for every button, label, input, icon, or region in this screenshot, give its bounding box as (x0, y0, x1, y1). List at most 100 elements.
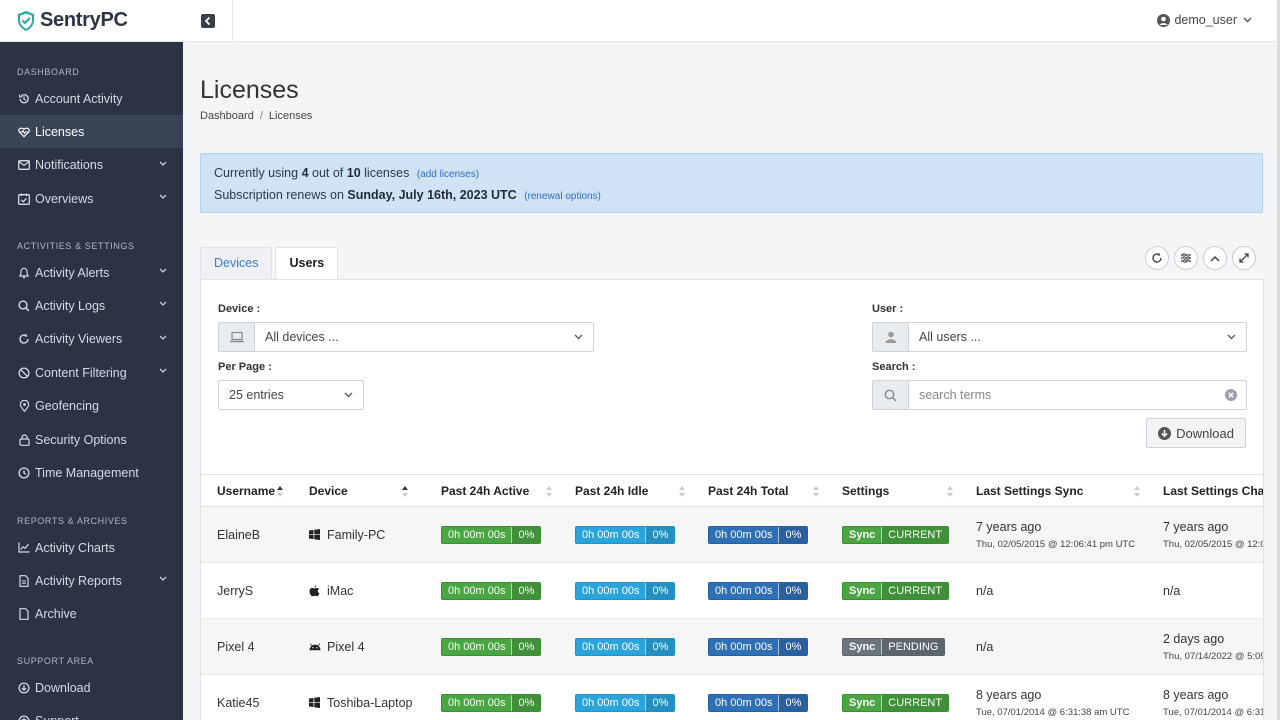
device-name: iMac (327, 583, 354, 598)
clear-search-icon[interactable] (1225, 389, 1237, 401)
sync-status-badge[interactable]: Sync CURRENT (842, 693, 950, 712)
sidebar-item-activity-reports[interactable]: Activity Reports (0, 564, 183, 597)
add-licenses-link[interactable]: (add licenses) (417, 169, 479, 180)
sidebar-item-activity-alerts[interactable]: Activity Alerts (0, 256, 183, 289)
idle-time-badge-percent: 0% (645, 694, 675, 711)
sidebar-section-reports-archives: Reports & Archives (17, 516, 128, 526)
user-menu[interactable]: demo_user (1157, 13, 1252, 27)
column-header-device[interactable]: Device (293, 474, 425, 507)
refresh-icon (18, 333, 30, 345)
idle-time-badge: 0h 00m 00s 0% (575, 525, 676, 544)
column-header-last-settings-sync[interactable]: Last Settings Sync (960, 474, 1147, 507)
sidebar-item-notifications[interactable]: Notifications (0, 149, 183, 182)
total-time-badge: 0h 00m 00s 0% (708, 581, 809, 600)
last-sync-relative: 8 years ago (976, 687, 1042, 702)
sidebar-item-activity-charts[interactable]: Activity Charts (0, 531, 183, 564)
sort-icon[interactable] (1133, 485, 1141, 501)
last-change-relative: n/a (1163, 583, 1181, 598)
user-select[interactable]: All users ... (872, 322, 1247, 352)
sync-status-badge[interactable]: Sync CURRENT (842, 581, 950, 600)
search-field (872, 380, 1247, 410)
sort-icon[interactable] (946, 485, 954, 501)
sort-icon[interactable] (401, 485, 409, 501)
column-header-past-24h-total[interactable]: Past 24h Total (692, 474, 826, 507)
column-header-settings[interactable]: Settings (826, 474, 960, 507)
collapse-panel-button[interactable] (1203, 246, 1227, 270)
refresh-button[interactable] (1145, 246, 1169, 270)
sync-status-badge[interactable]: Sync PENDING (842, 637, 946, 656)
cell-device: Pixel 4 (293, 618, 425, 675)
clock-icon (18, 467, 30, 479)
sidebar-item-label: Geofencing (35, 399, 99, 414)
column-header-past-24h-active[interactable]: Past 24h Active (425, 474, 559, 507)
tab-users[interactable]: Users (275, 247, 339, 281)
sidebar-item-geofencing[interactable]: Geofencing (0, 390, 183, 423)
sidebar-item-label: Activity Alerts (35, 265, 110, 280)
cell-last-change: 7 years ago Thu, 02/05/2015 @ 12:06:41 pm… (1147, 506, 1263, 563)
sidebar-item-download[interactable]: Download (0, 671, 183, 704)
table-row[interactable]: JerryS iMac 0h 00m 00s 0% 0h 00m 00s 0% 0h… (201, 562, 1263, 619)
table-row[interactable]: ElaineB Family-PC 0h 00m 00s 0% 0h 00m 00… (201, 506, 1263, 563)
column-label: Settings (842, 483, 890, 498)
sidebar-item-security-options[interactable]: Security Options (0, 423, 183, 456)
sidebar-toggle-button[interactable] (183, 0, 233, 42)
sync-status-badge[interactable]: Sync CURRENT (842, 525, 950, 544)
sidebar-item-label: Download (35, 680, 91, 695)
apple-icon (309, 584, 321, 597)
table-header: Username Device Past 24h Active Past 24h Id… (201, 474, 1263, 507)
refresh-icon (1152, 252, 1162, 263)
chevron-down-icon (159, 301, 167, 307)
sort-icon[interactable] (276, 485, 284, 501)
cell-device: Toshiba-Laptop (293, 674, 425, 720)
table-row[interactable]: Katie45 Toshiba-Laptop 0h 00m 00s 0% 0h 0… (201, 674, 1263, 720)
sidebar-item-activity-viewers[interactable]: Activity Viewers (0, 323, 183, 356)
total-time-badge-percent: 0% (778, 694, 808, 711)
page-title: Licenses (200, 76, 299, 104)
device-filter-label: Device : (218, 303, 261, 315)
sidebar-item-support[interactable]: Support (0, 704, 183, 720)
sync-label: Sync (849, 696, 876, 709)
sidebar-item-activity-logs[interactable]: Activity Logs (0, 289, 183, 322)
cell-username: Katie45 (201, 674, 293, 720)
windows-icon (309, 529, 321, 540)
device-select[interactable]: All devices ... (218, 322, 594, 352)
cell-settings: Sync PENDING (826, 618, 960, 675)
sidebar-item-label: Account Activity (35, 91, 123, 106)
info-text: licenses (364, 166, 410, 180)
search-input[interactable] (909, 388, 1225, 402)
sidebar-item-overviews[interactable]: Overviews (0, 182, 183, 215)
sidebar-item-archive[interactable]: Archive (0, 598, 183, 631)
sidebar-item-content-filtering[interactable]: Content Filtering (0, 356, 183, 389)
renewal-options-link[interactable]: (renewal options) (524, 191, 601, 202)
sidebar-item-licenses[interactable]: Licenses (0, 115, 183, 149)
last-sync-relative: 7 years ago (976, 519, 1042, 534)
renew-date: Sunday, July 16th, 2023 UTC (347, 188, 517, 202)
chevron-down-icon (1227, 334, 1236, 340)
sidebar-item-time-management[interactable]: Time Management (0, 456, 183, 489)
cell-idle: 0h 00m 00s 0% (559, 562, 692, 619)
last-sync-timestamp: Thu, 02/05/2015 @ 12:06:41 pm UTC (976, 538, 1136, 550)
heart-pulse-icon (18, 126, 30, 138)
column-settings-button[interactable] (1174, 246, 1198, 270)
sync-state: CURRENT (881, 694, 949, 711)
download-button[interactable]: Download (1146, 418, 1246, 448)
table-row[interactable]: Pixel 4 Pixel 4 0h 00m 00s 0% 0h 00m 00s 0… (201, 618, 1263, 675)
fullscreen-button[interactable] (1232, 246, 1256, 270)
column-header-last-settings-change[interactable]: Last Settings Change (1147, 474, 1263, 507)
idle-time-badge-time: 0h 00m 00s (582, 640, 640, 653)
tab-devices[interactable]: Devices (200, 247, 273, 280)
active-time-badge-time: 0h 00m 00s (448, 584, 506, 597)
logo[interactable]: SentryPC (0, 0, 183, 42)
sidebar-item-account-activity[interactable]: Account Activity (0, 82, 183, 115)
sort-icon[interactable] (545, 485, 553, 501)
sort-icon[interactable] (678, 485, 686, 501)
column-label: Last Settings Sync (976, 483, 1084, 498)
breadcrumb-dashboard[interactable]: Dashboard (200, 110, 254, 122)
column-header-username[interactable]: Username (201, 474, 293, 507)
users-panel: Device : All devices ... Per Page : 25 e… (200, 279, 1264, 720)
brand-name: SentryPC (40, 9, 128, 31)
column-header-past-24h-idle[interactable]: Past 24h Idle (559, 474, 692, 507)
per-page-select[interactable]: 25 entries (218, 380, 364, 410)
info-text: Currently using (214, 166, 299, 180)
sort-icon[interactable] (812, 485, 820, 501)
